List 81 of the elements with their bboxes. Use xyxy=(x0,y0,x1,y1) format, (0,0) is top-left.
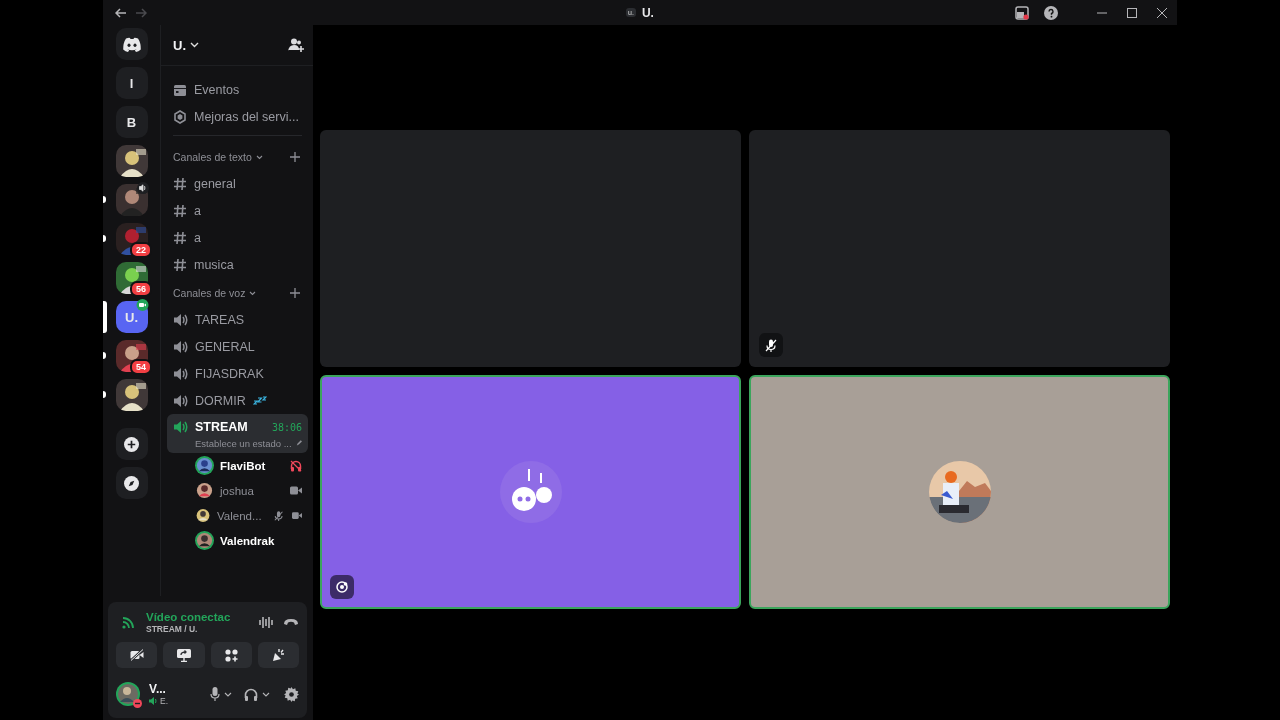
plus-icon[interactable] xyxy=(290,288,300,298)
channel-item[interactable]: a xyxy=(167,224,308,251)
microphone-icon[interactable] xyxy=(210,687,220,701)
screen-share-icon xyxy=(176,648,191,662)
connection-status: Vídeo conectac xyxy=(146,610,232,624)
user-avatar[interactable] xyxy=(116,682,140,706)
channel-item[interactable]: musica xyxy=(167,251,308,278)
camera-off-icon xyxy=(129,649,144,661)
channel-item[interactable]: general xyxy=(167,170,308,197)
status-text[interactable]: Establece un estado ... xyxy=(195,437,292,449)
calendar-icon xyxy=(173,82,187,97)
speaker-icon xyxy=(173,420,188,434)
inbox-icon[interactable] xyxy=(1015,5,1029,20)
maximize-icon[interactable] xyxy=(1127,7,1137,18)
server-icon[interactable]: l xyxy=(115,67,148,99)
hash-icon xyxy=(173,203,187,218)
apps-icon xyxy=(224,648,238,662)
channel-item[interactable]: TAREAS xyxy=(167,306,308,333)
sidebar-item[interactable]: Eventos xyxy=(167,76,308,103)
party-popper-icon xyxy=(271,648,286,662)
speaker-icon xyxy=(173,312,188,327)
shield-icon xyxy=(173,109,187,124)
username: V... xyxy=(149,682,167,696)
chevron-down-icon[interactable] xyxy=(262,691,270,697)
plus-icon xyxy=(124,436,139,452)
help-icon[interactable] xyxy=(1044,5,1058,20)
hash-icon xyxy=(173,176,187,191)
speaker-icon xyxy=(173,366,188,381)
chevron-down-icon[interactable] xyxy=(249,290,257,296)
channel-item[interactable]: GENERAL xyxy=(167,333,308,360)
add-server-button[interactable] xyxy=(115,428,148,460)
video-tile[interactable] xyxy=(320,130,741,367)
speaker-icon xyxy=(149,697,158,705)
server-name[interactable]: U. xyxy=(173,37,186,53)
server-icon[interactable]: U. xyxy=(115,301,148,333)
close-icon[interactable] xyxy=(1157,7,1167,18)
speaker-icon xyxy=(173,393,188,408)
member-name[interactable]: joshua xyxy=(220,484,254,497)
category-header[interactable]: Canales de voz xyxy=(173,287,246,299)
speaker-icon xyxy=(173,339,188,354)
apps-button[interactable] xyxy=(210,642,252,668)
compass-icon xyxy=(124,475,139,491)
user-status: E. xyxy=(160,696,169,706)
channel-item[interactable]: DORMIR xyxy=(167,387,308,414)
back-arrow-icon[interactable] xyxy=(115,7,127,18)
channel-item[interactable]: STREAM 38:06 xyxy=(167,414,308,437)
pencil-icon[interactable] xyxy=(295,439,302,447)
hash-icon xyxy=(173,230,187,245)
mention-badge: 56 xyxy=(130,281,152,297)
channel-link[interactable]: STREAM / U. xyxy=(146,624,249,634)
hang-up-icon[interactable] xyxy=(283,618,299,626)
discover-button[interactable] xyxy=(115,467,148,499)
member-name[interactable]: FlaviBot xyxy=(220,459,266,472)
invite-people-icon[interactable] xyxy=(288,38,304,52)
hash-icon xyxy=(173,257,187,272)
headphones-icon[interactable] xyxy=(244,687,258,701)
channel-item[interactable]: a xyxy=(167,197,308,224)
member-name[interactable]: Valendrak xyxy=(220,534,275,547)
video-tile[interactable] xyxy=(749,375,1170,609)
noise-suppression-icon[interactable] xyxy=(259,615,273,629)
screen-share-button[interactable] xyxy=(163,642,205,668)
window-title: U. xyxy=(641,5,654,20)
channel-item[interactable]: FIJASDRAK xyxy=(167,360,308,387)
soundboard-button[interactable] xyxy=(257,642,299,668)
chevron-down-icon[interactable] xyxy=(224,691,232,697)
chevron-down-icon[interactable] xyxy=(255,154,263,160)
home-button[interactable] xyxy=(115,28,148,60)
signal-icon xyxy=(122,615,136,629)
settings-icon[interactable] xyxy=(284,686,299,702)
discord-logo-icon xyxy=(121,36,142,52)
mention-badge: 22 xyxy=(130,242,152,258)
category-header[interactable]: Canales de texto xyxy=(173,151,252,163)
video-tile[interactable] xyxy=(320,375,741,609)
server-icon[interactable]: B xyxy=(115,106,148,138)
camera-off-button[interactable] xyxy=(116,642,158,668)
plus-icon[interactable] xyxy=(290,152,300,162)
sidebar-item[interactable]: Mejoras del servi... xyxy=(167,103,308,130)
mention-badge: 54 xyxy=(130,359,152,375)
member-name[interactable]: Valend... xyxy=(217,509,262,522)
video-tile[interactable] xyxy=(749,130,1170,367)
call-timer: 38:06 xyxy=(271,421,302,433)
